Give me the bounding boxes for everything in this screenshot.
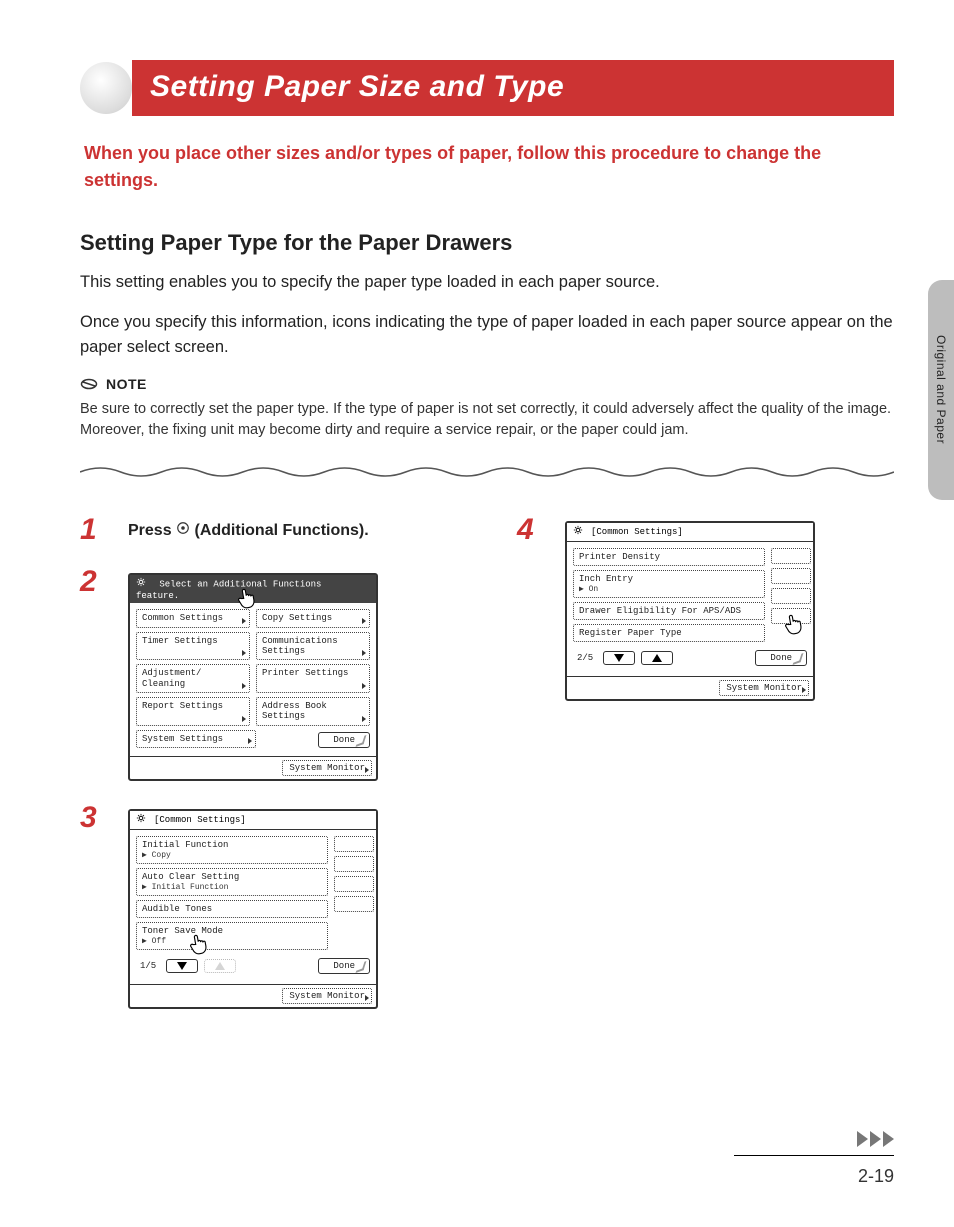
screen4-page-indicator: 2/5 xyxy=(573,653,597,663)
note-icon xyxy=(80,375,98,393)
step-2-number: 2 xyxy=(80,567,112,597)
btn-timer-settings[interactable]: Timer Settings xyxy=(136,632,250,661)
row-auto-clear-setting-value[interactable] xyxy=(334,856,374,872)
step-3-number: 3 xyxy=(80,803,112,833)
step-1: 1 Press (Additional Functions). xyxy=(80,515,457,545)
section-heading: Setting Paper Type for the Paper Drawers xyxy=(80,230,894,256)
step-2: 2 Select an Additional Functions feature… xyxy=(80,567,457,781)
screen3-done-button[interactable]: Done xyxy=(318,958,370,974)
row-audible-tones-value[interactable] xyxy=(334,876,374,892)
screen2-done-button[interactable]: Done xyxy=(318,732,370,748)
step-1-label-post: (Additional Functions). xyxy=(195,522,369,539)
screen2-system-monitor-button[interactable]: System Monitor xyxy=(282,760,372,776)
screen4-system-monitor-button[interactable]: System Monitor xyxy=(719,680,809,696)
screen4-page-down-button[interactable] xyxy=(603,651,635,665)
page-title: Setting Paper Size and Type xyxy=(132,60,894,116)
btn-communications-settings[interactable]: Communications Settings xyxy=(256,632,370,661)
row-audible-tones[interactable]: Audible Tones xyxy=(136,900,328,918)
side-tab: Original and Paper xyxy=(928,280,954,500)
step-1-label: Press (Additional Functions). xyxy=(128,522,369,539)
btn-adjustment-cleaning[interactable]: Adjustment/ Cleaning xyxy=(136,664,250,693)
btn-copy-settings[interactable]: Copy Settings xyxy=(256,609,370,627)
row-initial-function-value[interactable] xyxy=(334,836,374,852)
btn-system-settings[interactable]: System Settings xyxy=(136,730,256,748)
row-auto-clear-setting[interactable]: Auto Clear Setting ▶ Initial Function xyxy=(136,868,328,896)
title-bullet-icon xyxy=(80,62,132,114)
screen-common-settings-p1: [Common Settings] Initial Function ▶ Cop… xyxy=(128,809,378,1009)
intro-text: When you place other sizes and/or types … xyxy=(84,140,890,194)
additional-functions-key-icon xyxy=(176,521,190,540)
row-drawer-eligibility-value[interactable] xyxy=(771,588,811,604)
gear-icon xyxy=(573,525,587,539)
row-drawer-eligibility[interactable]: Drawer Eligibility For APS/ADS xyxy=(573,602,765,620)
footer-page-number: 2-19 xyxy=(734,1166,894,1187)
row-printer-density[interactable]: Printer Density xyxy=(573,548,765,566)
step-3: 3 [Common Settings] xyxy=(80,803,457,1009)
step-4: 4 [Common Settings] xyxy=(517,515,894,701)
btn-common-settings[interactable]: Common Settings xyxy=(136,609,250,627)
screen2-title-text: Select an Additional Functions feature. xyxy=(136,580,321,602)
row-toner-save-mode-value[interactable] xyxy=(334,896,374,912)
screen3-system-monitor-button[interactable]: System Monitor xyxy=(282,988,372,1004)
row-toner-save-mode[interactable]: Toner Save Mode ▶ Off xyxy=(136,922,328,950)
row-printer-density-value[interactable] xyxy=(771,548,811,564)
row-inch-entry[interactable]: Inch Entry ▶ On xyxy=(573,570,765,598)
screen3-page-indicator: 1/5 xyxy=(136,961,160,971)
note-label: NOTE xyxy=(106,376,147,392)
screen4-done-button[interactable]: Done xyxy=(755,650,807,666)
footer-rule xyxy=(734,1155,894,1156)
btn-address-book-settings[interactable]: Address Book Settings xyxy=(256,697,370,726)
screen4-page-up-button[interactable] xyxy=(641,651,673,665)
gear-icon xyxy=(136,813,150,827)
hand-pointer-icon xyxy=(236,585,260,614)
screen4-title: [Common Settings] xyxy=(567,523,813,542)
screen3-page-down-button[interactable] xyxy=(166,959,198,973)
btn-report-settings[interactable]: Report Settings xyxy=(136,697,250,726)
row-initial-function[interactable]: Initial Function ▶ Copy xyxy=(136,836,328,864)
screen3-title-text: [Common Settings] xyxy=(154,815,246,825)
screen4-title-text: [Common Settings] xyxy=(591,527,683,537)
side-tab-label: Original and Paper xyxy=(934,335,948,444)
row-register-paper-type[interactable]: Register Paper Type xyxy=(573,624,765,642)
hand-pointer-icon xyxy=(783,611,807,640)
continue-arrows-icon xyxy=(734,1131,894,1147)
section-body-2: Once you specify this information, icons… xyxy=(80,310,894,361)
row-inch-entry-value[interactable] xyxy=(771,568,811,584)
hand-pointer-icon xyxy=(188,931,212,960)
screen3-page-up-button[interactable] xyxy=(204,959,236,973)
note-body: Be sure to correctly set the paper type.… xyxy=(80,399,894,443)
section-body-1: This setting enables you to specify the … xyxy=(80,270,894,296)
btn-printer-settings[interactable]: Printer Settings xyxy=(256,664,370,693)
step-1-label-pre: Press xyxy=(128,522,176,539)
screen3-title: [Common Settings] xyxy=(130,811,376,830)
wavy-divider-icon xyxy=(80,464,894,480)
gear-icon xyxy=(136,577,150,591)
step-1-number: 1 xyxy=(80,515,112,545)
screen-common-settings-p2: [Common Settings] Printer Density Inch E… xyxy=(565,521,815,701)
step-4-number: 4 xyxy=(517,515,549,545)
